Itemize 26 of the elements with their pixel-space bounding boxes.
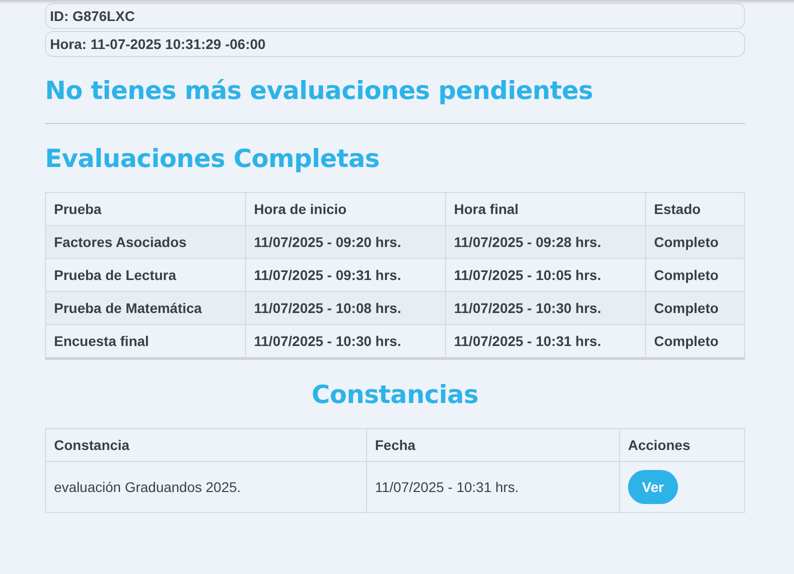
info-field: Hora: 11-07-2025 10:31:29 -06:00 bbox=[45, 31, 745, 57]
info-field: ID: G876LXC bbox=[45, 3, 745, 29]
table-cell: 11/07/2025 - 09:28 hrs. bbox=[446, 226, 646, 258]
view-button[interactable]: Ver bbox=[628, 470, 678, 504]
column-header: Hora final bbox=[446, 192, 646, 226]
table-cell: 11/07/2025 - 10:30 hrs. bbox=[246, 324, 446, 358]
section-heading: No tienes más evaluaciones pendientes bbox=[45, 76, 594, 106]
table-cell: 11/07/2025 - 10:08 hrs. bbox=[246, 292, 446, 324]
section-heading: Constancias bbox=[310, 380, 480, 410]
column-header: Hora de inicio bbox=[246, 192, 446, 226]
table-cell: 11/07/2025 - 09:20 hrs. bbox=[246, 226, 446, 258]
table-cell: 11/07/2025 - 10:31 hrs. bbox=[366, 462, 620, 512]
column-header: Constancia bbox=[46, 428, 366, 462]
table-cell: Completo bbox=[646, 324, 744, 358]
table-cell: Factores Asociados bbox=[46, 226, 246, 258]
table-cell: 11/07/2025 - 10:30 hrs. bbox=[446, 292, 646, 324]
table-cell: Completo bbox=[646, 292, 744, 324]
table-cell: Completo bbox=[646, 226, 744, 258]
section-heading: Evaluaciones Completas bbox=[45, 144, 380, 174]
table-cell: Prueba de Matemática bbox=[46, 292, 246, 324]
table-cell: evaluación Graduandos 2025. bbox=[46, 462, 366, 512]
column-header: Acciones bbox=[620, 428, 744, 462]
column-header: Fecha bbox=[366, 428, 620, 462]
table-cell: 11/07/2025 - 10:31 hrs. bbox=[446, 324, 646, 358]
column-header: Prueba bbox=[46, 192, 246, 226]
table-cell: Encuesta final bbox=[46, 324, 246, 358]
